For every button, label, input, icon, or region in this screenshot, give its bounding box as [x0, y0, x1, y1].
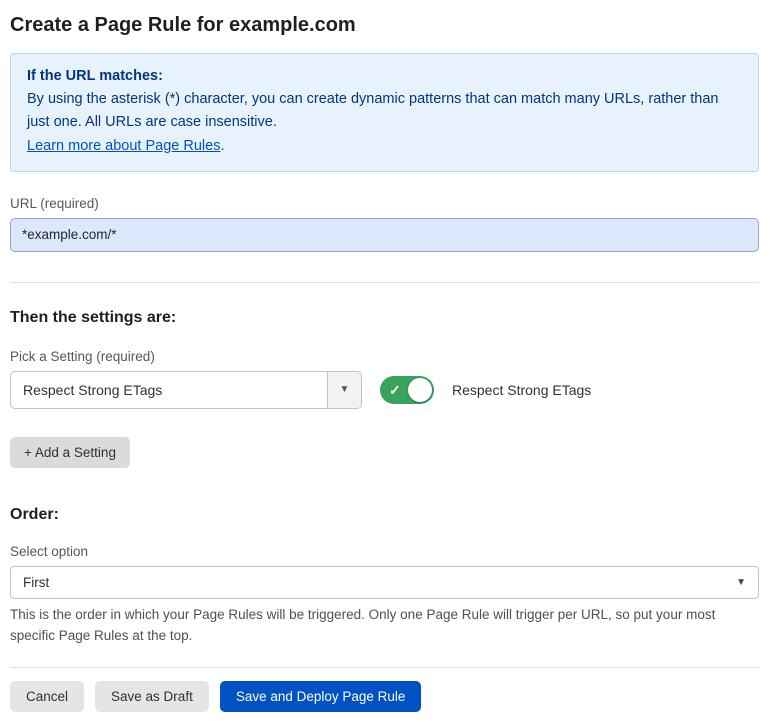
footer-actions: Cancel Save as Draft Save and Deploy Pag… [10, 667, 759, 712]
link-suffix: . [220, 138, 224, 154]
chevron-down-icon: ▼ [736, 577, 746, 588]
etags-toggle[interactable]: ✓ [380, 376, 434, 404]
url-section: URL (required) [10, 196, 759, 252]
setting-select-arrow-segment[interactable]: ▼ [327, 372, 361, 408]
settings-section: Then the settings are: Pick a Setting (r… [10, 309, 759, 468]
order-heading: Order: [10, 506, 759, 524]
toggle-label: Respect Strong ETags [452, 382, 591, 398]
save-draft-button[interactable]: Save as Draft [95, 681, 209, 712]
setting-row: Respect Strong ETags ▼ ✓ Respect Strong … [10, 371, 759, 409]
cancel-button[interactable]: Cancel [10, 681, 84, 712]
order-select-value: First [23, 575, 49, 590]
page-title: Create a Page Rule for example.com [10, 10, 759, 53]
check-icon: ✓ [389, 383, 401, 397]
url-field-label: URL (required) [10, 196, 759, 211]
url-input[interactable] [10, 218, 759, 252]
pick-setting-label: Pick a Setting (required) [10, 349, 759, 364]
save-deploy-button[interactable]: Save and Deploy Page Rule [220, 681, 422, 712]
info-box-heading: If the URL matches: [27, 65, 742, 88]
setting-select[interactable]: Respect Strong ETags ▼ [10, 371, 362, 409]
toggle-knob [408, 378, 432, 402]
settings-heading: Then the settings are: [10, 309, 759, 327]
order-section: Order: Select option First ▼ This is the… [10, 506, 759, 647]
url-matches-info-box: If the URL matches: By using the asteris… [10, 53, 759, 172]
learn-more-link[interactable]: Learn more about Page Rules [27, 138, 220, 154]
info-box-body: By using the asterisk (*) character, you… [27, 88, 742, 134]
add-setting-button[interactable]: + Add a Setting [10, 437, 130, 468]
setting-select-value: Respect Strong ETags [11, 372, 327, 408]
info-box-link-line: Learn more about Page Rules. [27, 135, 742, 158]
section-divider [10, 282, 759, 283]
order-select-label: Select option [10, 544, 759, 559]
dropdown-arrow-icon: ▼ [340, 384, 350, 395]
page-rule-form: Create a Page Rule for example.com If th… [0, 0, 769, 728]
order-select[interactable]: First ▼ [10, 566, 759, 599]
order-help-text: This is the order in which your Page Rul… [10, 605, 755, 647]
